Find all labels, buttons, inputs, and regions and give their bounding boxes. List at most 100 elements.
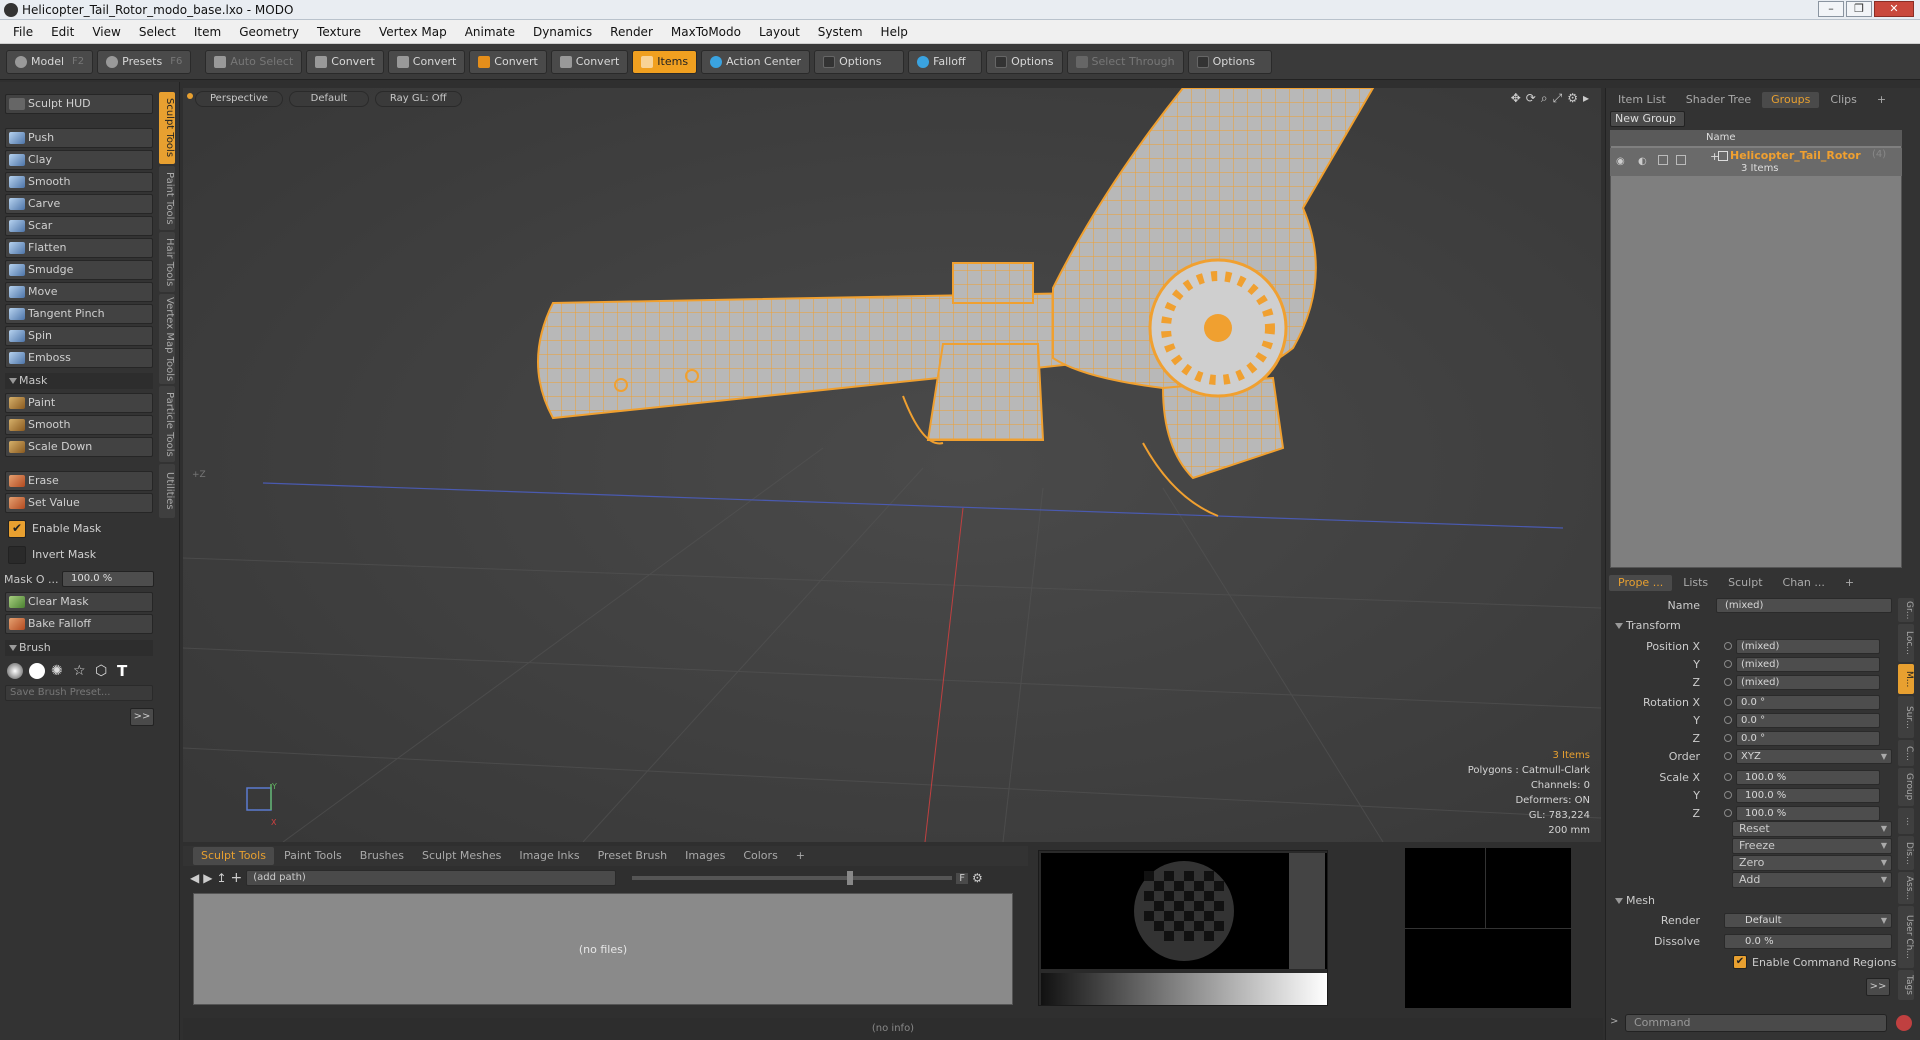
menu-render[interactable]: Render — [601, 25, 662, 39]
add-button[interactable]: Add — [1732, 872, 1892, 888]
move-view-icon[interactable]: ✥ — [1511, 91, 1521, 106]
tab-preset-brush[interactable]: Preset Brush — [590, 847, 676, 865]
rvtab-user-channels[interactable]: User Ch... — [1898, 906, 1914, 968]
falloff-options-button[interactable]: Options — [986, 49, 1063, 74]
keyframe-dot-icon[interactable] — [1724, 791, 1732, 799]
vtab-paint-tools[interactable]: Paint Tools — [159, 166, 175, 230]
tab-channels[interactable]: Chan ... — [1774, 575, 1834, 591]
action-center-options-button[interactable]: Options — [814, 49, 905, 74]
select-through-button[interactable]: Select Through — [1066, 49, 1184, 74]
zero-button[interactable]: Zero — [1732, 855, 1892, 871]
convert-edges-button[interactable]: Convert — [387, 49, 466, 74]
star-brush-icon[interactable]: ☆ — [73, 663, 89, 679]
rotation-y-field[interactable]: 0.0 ° — [1736, 713, 1880, 728]
render-icon[interactable]: ◐ — [1638, 156, 1647, 167]
falloff-button[interactable]: Falloff — [908, 49, 983, 74]
menu-dynamics[interactable]: Dynamics — [524, 25, 601, 39]
maximize-button[interactable]: ❐ — [1846, 1, 1872, 17]
name-field[interactable]: (mixed) — [1716, 598, 1892, 613]
rotate-view-icon[interactable]: ⟳ — [1526, 91, 1536, 106]
menu-select[interactable]: Select — [130, 25, 185, 39]
convert-polygons-button[interactable]: Convert — [469, 49, 547, 74]
splat-brush-icon[interactable]: ✺ — [51, 663, 67, 679]
tab-shader-tree[interactable]: Shader Tree — [1677, 92, 1760, 108]
tool-spin[interactable]: Spin — [5, 326, 153, 346]
tab-item-list[interactable]: Item List — [1609, 92, 1675, 108]
tool-tangent-pinch[interactable]: Tangent Pinch — [5, 304, 153, 324]
tool-flatten[interactable]: Flatten — [5, 238, 153, 258]
keyframe-dot-icon[interactable] — [1724, 660, 1732, 668]
clear-mask-button[interactable]: Clear Mask — [5, 592, 153, 612]
auto-select-button[interactable]: Auto Select — [205, 49, 303, 74]
add-outliner-tab[interactable]: + — [1868, 92, 1895, 108]
invert-mask-checkbox[interactable] — [8, 546, 26, 564]
menu-texture[interactable]: Texture — [308, 25, 370, 39]
freeze-button[interactable]: Freeze — [1732, 838, 1892, 854]
perspective-dropdown[interactable]: Perspective — [195, 91, 283, 107]
tool-smudge[interactable]: Smudge — [5, 260, 153, 280]
model-button[interactable]: Model F2 — [6, 49, 94, 74]
erase-button[interactable]: Erase — [5, 471, 153, 491]
group-name[interactable]: Helicopter_Tail_Rotor — [1730, 149, 1861, 162]
enable-mask-checkbox[interactable] — [8, 520, 26, 538]
mask-paint-button[interactable]: Paint — [5, 393, 153, 413]
viewport-settings-icon[interactable]: ⚙ — [1567, 91, 1578, 106]
tab-images[interactable]: Images — [677, 847, 733, 865]
tab-image-inks[interactable]: Image Inks — [511, 847, 587, 865]
scale-z-field[interactable]: 100.0 % — [1736, 806, 1880, 821]
menu-maxtomodo[interactable]: MaxToModo — [662, 25, 750, 39]
tool-carve[interactable]: Carve — [5, 194, 153, 214]
procedural-brush-icon[interactable]: ⬡ — [95, 663, 111, 679]
thumbnail-size-slider[interactable] — [632, 871, 953, 885]
position-x-field[interactable]: (mixed) — [1736, 639, 1880, 654]
presets-button[interactable]: Presets F6 — [97, 49, 192, 74]
order-dropdown[interactable]: XYZ — [1736, 749, 1892, 764]
rvtab-dis[interactable]: Dis... — [1898, 836, 1914, 870]
raygl-toggle[interactable]: Ray GL: Off — [374, 91, 462, 107]
fit-view-icon[interactable]: ⤢ — [1553, 91, 1563, 106]
transform-section[interactable]: Transform — [1612, 618, 1892, 634]
menu-item[interactable]: Item — [185, 25, 230, 39]
name-column-header[interactable]: Name — [1706, 132, 1736, 143]
select-icon[interactable] — [1676, 155, 1686, 165]
slider-handle[interactable] — [847, 871, 854, 885]
keyframe-dot-icon[interactable] — [1724, 773, 1732, 781]
visibility-eye-icon[interactable]: ◉ — [1616, 156, 1625, 167]
tool-clay[interactable]: Clay — [5, 150, 153, 170]
vtab-vertex-map-tools[interactable]: Vertex Map Tools — [159, 294, 175, 384]
hard-brush-icon[interactable] — [29, 663, 45, 679]
add-properties-tab[interactable]: + — [1836, 575, 1863, 591]
mask-opacity-field[interactable]: 100.0 % — [62, 571, 154, 587]
vtab-particle-tools[interactable]: Particle Tools — [159, 386, 175, 462]
lock-icon[interactable] — [1658, 155, 1668, 165]
3d-viewport[interactable] — [182, 87, 1602, 843]
keyframe-dot-icon[interactable] — [1724, 734, 1732, 742]
tab-clips[interactable]: Clips — [1821, 92, 1866, 108]
convert-materials-button[interactable]: Convert — [550, 49, 629, 74]
menu-edit[interactable]: Edit — [42, 25, 83, 39]
mask-scale-down-button[interactable]: Scale Down — [5, 437, 153, 457]
vtab-sculpt-tools[interactable]: Sculpt Tools — [159, 92, 175, 164]
zoom-view-icon[interactable]: ⌕ — [1541, 91, 1548, 106]
enable-command-regions-checkbox[interactable]: ✔ — [1733, 955, 1747, 969]
rvtab-c[interactable]: C... — [1898, 740, 1914, 766]
rvtab-more[interactable]: ... — [1898, 808, 1914, 834]
keyframe-dot-icon[interactable] — [1724, 642, 1732, 650]
add-path-icon[interactable]: + — [231, 870, 243, 886]
close-button[interactable]: ✕ — [1874, 1, 1914, 17]
menu-help[interactable]: Help — [872, 25, 917, 39]
rvtab-gr[interactable]: Gr... — [1898, 598, 1914, 622]
menu-vertex-map[interactable]: Vertex Map — [370, 25, 456, 39]
tab-properties[interactable]: Prope ... — [1609, 575, 1673, 591]
menu-layout[interactable]: Layout — [750, 25, 809, 39]
tool-scar[interactable]: Scar — [5, 216, 153, 236]
action-center-button[interactable]: Action Center — [701, 49, 811, 74]
tab-sculpt-tools[interactable]: Sculpt Tools — [193, 847, 274, 865]
tool-smooth[interactable]: Smooth — [5, 172, 153, 192]
brush-section-header[interactable]: Brush — [5, 640, 153, 656]
viewport-expand-icon[interactable]: ▸ — [1583, 91, 1589, 106]
scale-x-field[interactable]: 100.0 % — [1736, 770, 1880, 785]
tool-move[interactable]: Move — [5, 282, 153, 302]
text-brush-icon[interactable]: T — [117, 663, 133, 679]
menu-file[interactable]: File — [4, 25, 42, 39]
